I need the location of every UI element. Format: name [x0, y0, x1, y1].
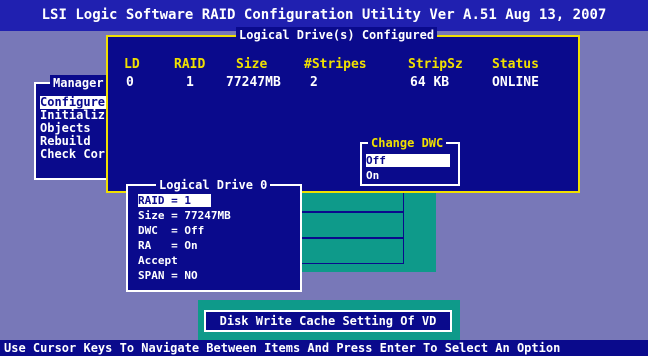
ld0-item-accept[interactable]: Accept [138, 254, 178, 267]
status-bar-text: Use Cursor Keys To Navigate Between Item… [4, 341, 561, 355]
logical-drives-configured-panel: Logical Drive(s) Configured LD RAID Size… [106, 27, 580, 193]
column-header-stripes: #Stripes [304, 57, 367, 72]
array-slot [300, 212, 404, 238]
change-dwc-popup: Change DWC Off On [360, 135, 460, 186]
column-header-stripsz: StripSz [408, 57, 463, 72]
menu-item-check-consistency[interactable]: Check Cor [40, 148, 105, 161]
ld0-item-raid[interactable]: RAID = 1 [138, 194, 211, 207]
array-slot [300, 238, 404, 264]
app-title: LSI Logic Software RAID Configuration Ut… [41, 7, 607, 23]
cell-raid: 1 [186, 75, 194, 90]
cell-size: 77247MB [226, 75, 281, 90]
change-dwc-title: Change DWC [368, 135, 447, 151]
logical-drives-configured-title: Logical Drive(s) Configured [236, 27, 438, 43]
cell-stripes: 2 [310, 75, 318, 90]
management-menu-title: Manager [50, 75, 107, 91]
column-header-status: Status [492, 57, 539, 72]
column-header-size: Size [236, 57, 268, 72]
hint-text: Disk Write Cache Setting Of VD [204, 310, 452, 332]
logical-drive-0-panel: Logical Drive 0 RAID = 1 Size = 77247MB … [126, 177, 302, 292]
cell-ld: 0 [126, 75, 134, 90]
status-bar: Use Cursor Keys To Navigate Between Item… [0, 340, 648, 356]
dwc-option-on[interactable]: On [366, 169, 379, 182]
hint-box: Disk Write Cache Setting Of VD [198, 300, 460, 340]
ld0-item-size[interactable]: Size = 77247MB [138, 209, 231, 222]
ld0-item-dwc[interactable]: DWC = Off [138, 224, 204, 237]
dwc-option-off[interactable]: Off [366, 154, 450, 167]
cell-stripsz: 64 KB [410, 75, 450, 90]
ld0-item-ra[interactable]: RA = On [138, 239, 198, 252]
column-header-ld: LD [124, 57, 140, 72]
logical-drive-0-title: Logical Drive 0 [156, 177, 271, 193]
column-header-raid: RAID [174, 57, 206, 72]
ld0-item-span[interactable]: SPAN = NO [138, 269, 198, 282]
cell-status: ONLINE [492, 75, 539, 90]
